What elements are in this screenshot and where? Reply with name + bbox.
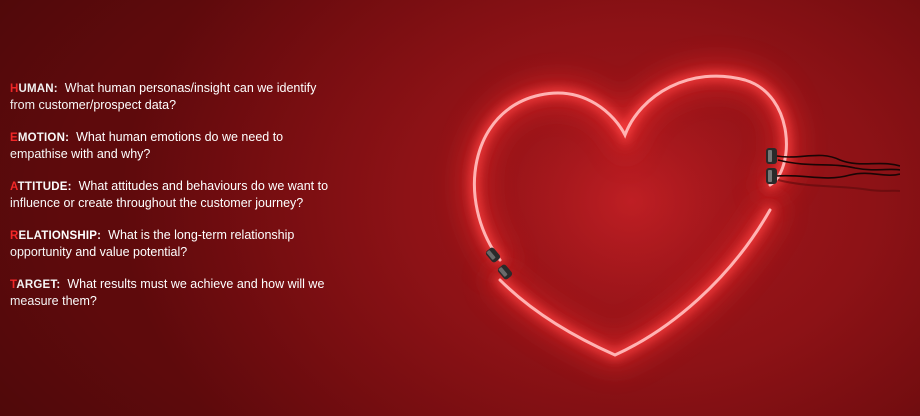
neon-heart-icon bbox=[463, 65, 900, 368]
slide: HUMAN: What human personas/insight can w… bbox=[0, 0, 920, 416]
heart-acronym-list: HUMAN: What human personas/insight can w… bbox=[10, 80, 340, 325]
item-heading: HUMAN: bbox=[10, 83, 58, 95]
item-heading: EMOTION: bbox=[10, 132, 70, 144]
item-heading: ATTITUDE: bbox=[10, 181, 72, 193]
list-item-emotion: EMOTION: What human emotions do we need … bbox=[10, 129, 340, 162]
list-item-attitude: ATTITUDE: What attitudes and behaviours … bbox=[10, 178, 340, 211]
item-heading: RELATIONSHIP: bbox=[10, 230, 102, 242]
item-heading: TARGET: bbox=[10, 279, 61, 291]
list-item-target: TARGET: What results must we achieve and… bbox=[10, 276, 340, 309]
neon-heart-image bbox=[400, 10, 900, 410]
list-item-human: HUMAN: What human personas/insight can w… bbox=[10, 80, 340, 113]
list-item-relationship: RELATIONSHIP: What is the long-term rela… bbox=[10, 227, 340, 260]
